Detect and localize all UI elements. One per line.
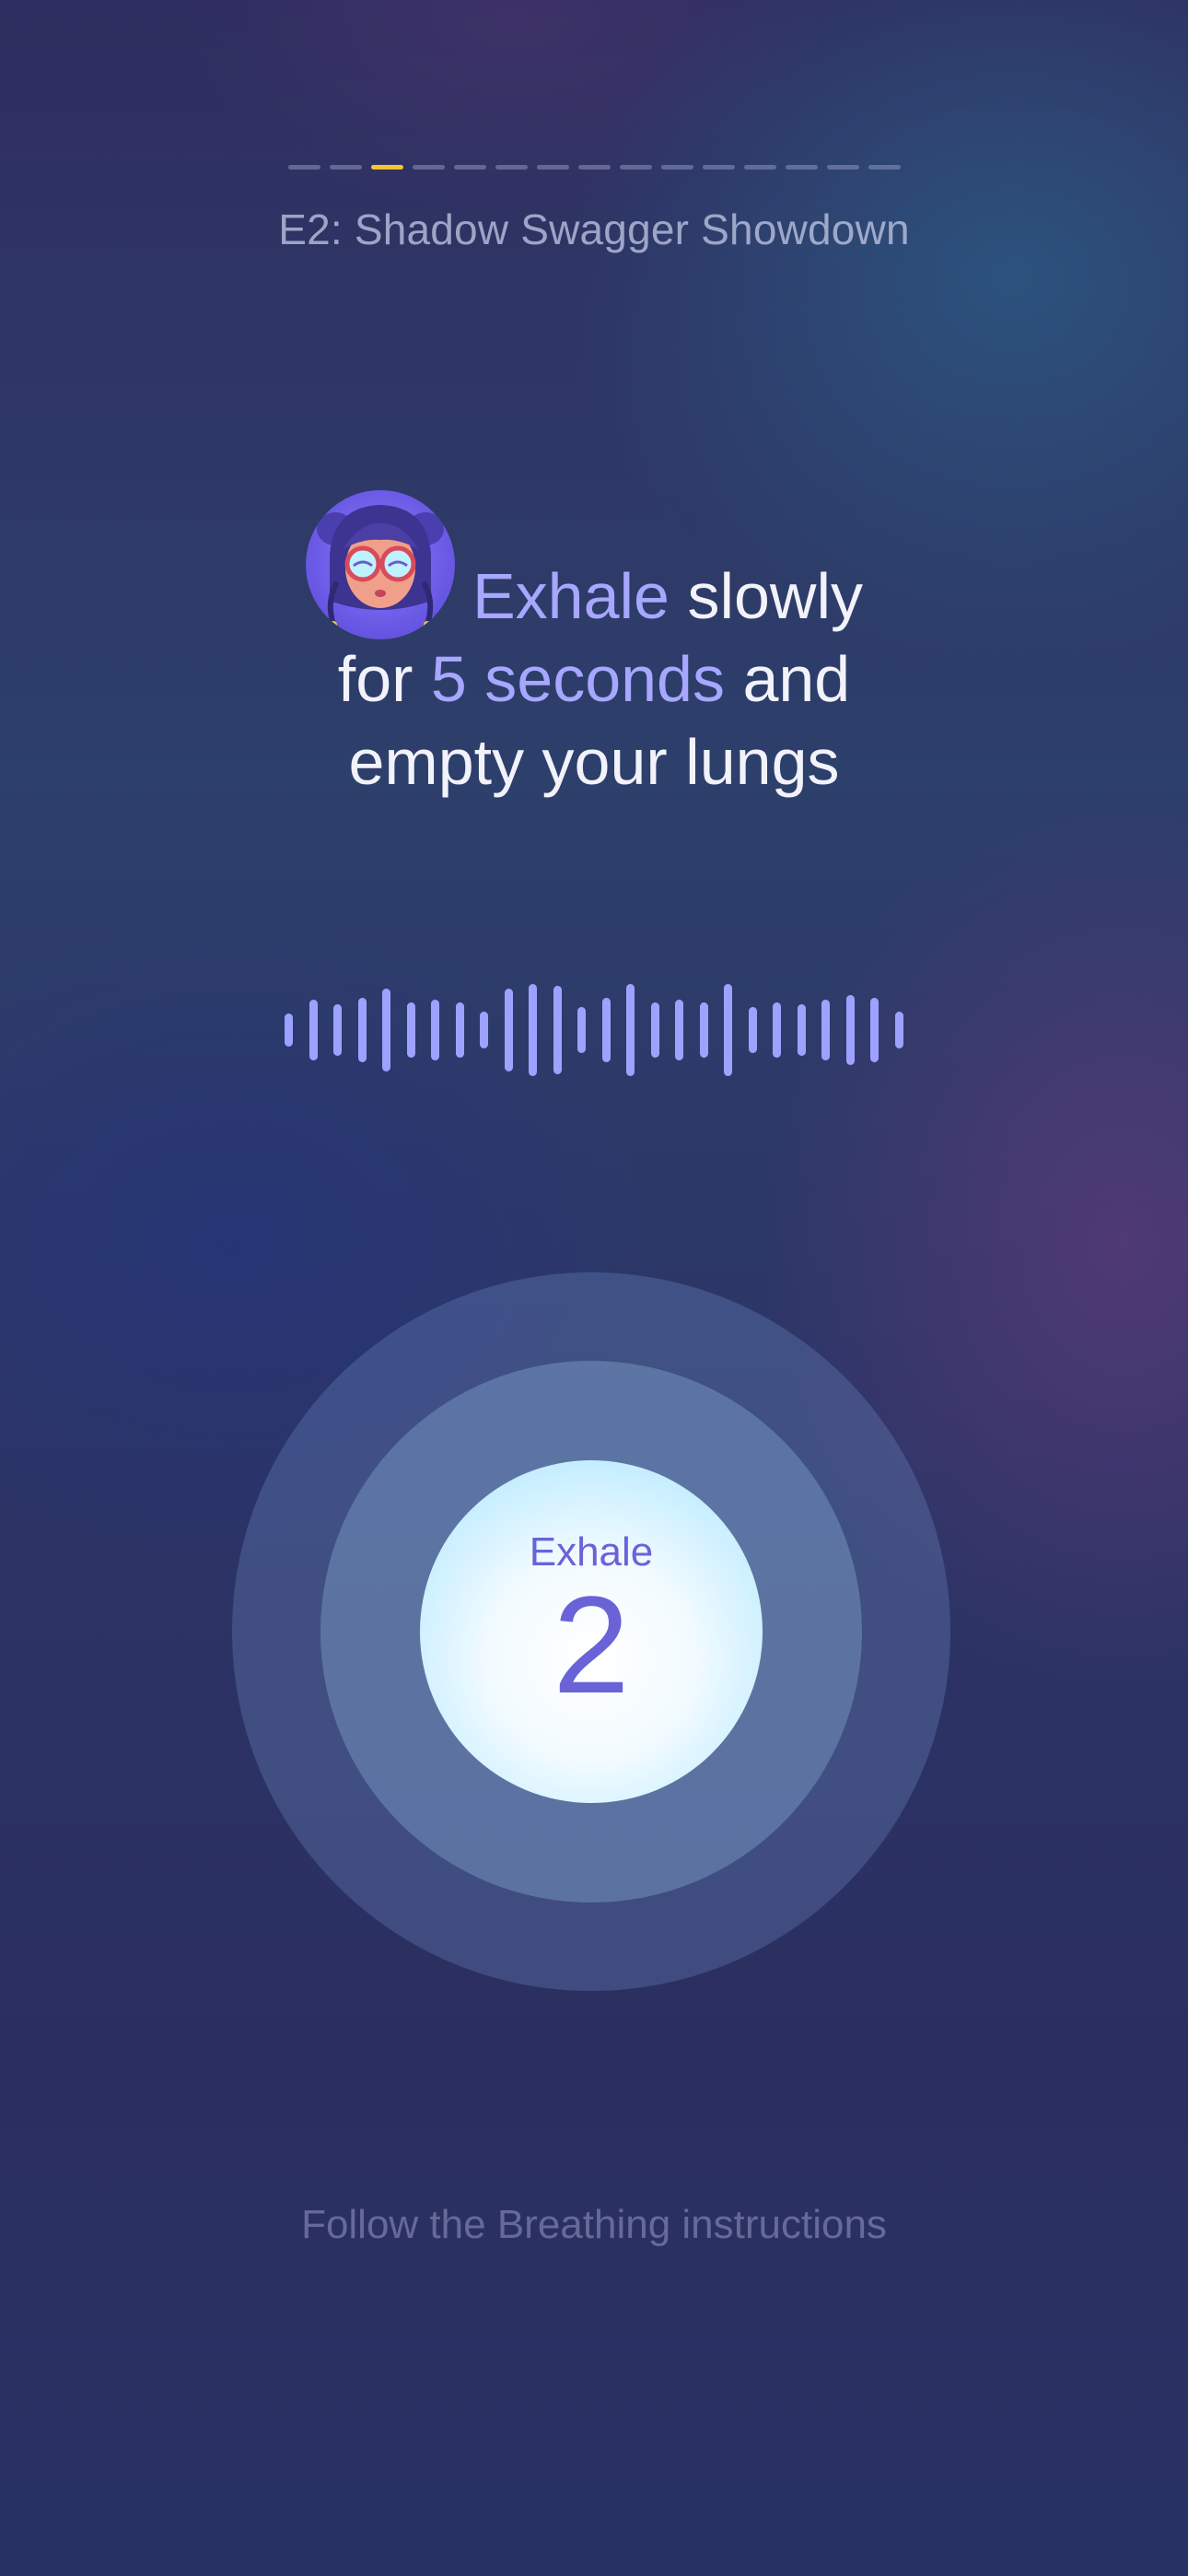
breathing-countdown: 2: [553, 1567, 630, 1722]
waveform-bar: [797, 1004, 806, 1056]
progress-segment: [660, 165, 693, 170]
progress-segment: [536, 165, 569, 170]
waveform-bar: [309, 1000, 318, 1060]
waveform-bar: [285, 1013, 293, 1047]
progress-segment-current: [370, 165, 403, 170]
footer-hint: Follow the Breathing instructions: [301, 2202, 887, 2247]
progress-segment: [287, 165, 320, 170]
instruction-text-slowly: slowly: [670, 560, 864, 632]
instruction-highlight-exhale: Exhale: [472, 560, 670, 632]
progress-segment: [495, 165, 528, 170]
waveform-bar: [821, 1000, 831, 1060]
waveform-bar: [601, 998, 611, 1062]
instruction-line-1: Exhale slowly: [0, 555, 1188, 638]
waveform-bar: [406, 1002, 415, 1058]
waveform-bar: [455, 1002, 464, 1058]
waveform-bar: [529, 984, 538, 1076]
waveform-bar: [845, 995, 855, 1065]
waveform-bar: [333, 1004, 343, 1056]
waveform-bar: [504, 989, 513, 1071]
progress-segment: [329, 165, 362, 170]
waveform-bar: [431, 1000, 440, 1060]
episode-progress: [0, 165, 1188, 170]
waveform-bar: [382, 989, 391, 1071]
progress-segment: [702, 165, 735, 170]
waveform-bar: [650, 1002, 659, 1058]
waveform-bar: [773, 1002, 782, 1058]
progress-segment: [826, 165, 859, 170]
waveform-bar: [480, 1012, 489, 1048]
waveform-bar: [894, 1012, 903, 1048]
instruction-line-2: for 5 seconds and: [0, 638, 1188, 720]
progress-segment: [412, 165, 445, 170]
waveform-bar: [357, 998, 367, 1062]
progress-segment: [619, 165, 652, 170]
instruction-highlight-duration: 5 seconds: [430, 643, 725, 715]
progress-segment: [577, 165, 611, 170]
instruction-text-and: and: [725, 643, 851, 715]
waveform-bar: [553, 986, 562, 1074]
waveform-bar: [748, 1007, 757, 1053]
waveform-bar: [675, 1000, 684, 1060]
waveform-bar: [870, 998, 879, 1062]
progress-segment: [785, 165, 818, 170]
progress-segment: [743, 165, 776, 170]
waveform-bar: [724, 984, 733, 1076]
waveform-bar: [577, 1007, 587, 1053]
waveform-bar: [699, 1002, 708, 1058]
progress-segment: [453, 165, 486, 170]
instruction-line-3: empty your lungs: [348, 726, 840, 798]
progress-segment: [868, 165, 901, 170]
breathing-instruction: Exhale slowly for 5 seconds and empty yo…: [0, 555, 1188, 803]
episode-title: E2: Shadow Swagger Showdown: [278, 205, 910, 253]
instruction-text-for: for: [337, 643, 431, 715]
waveform-bar: [626, 984, 635, 1076]
audio-waveform: [285, 984, 903, 1076]
